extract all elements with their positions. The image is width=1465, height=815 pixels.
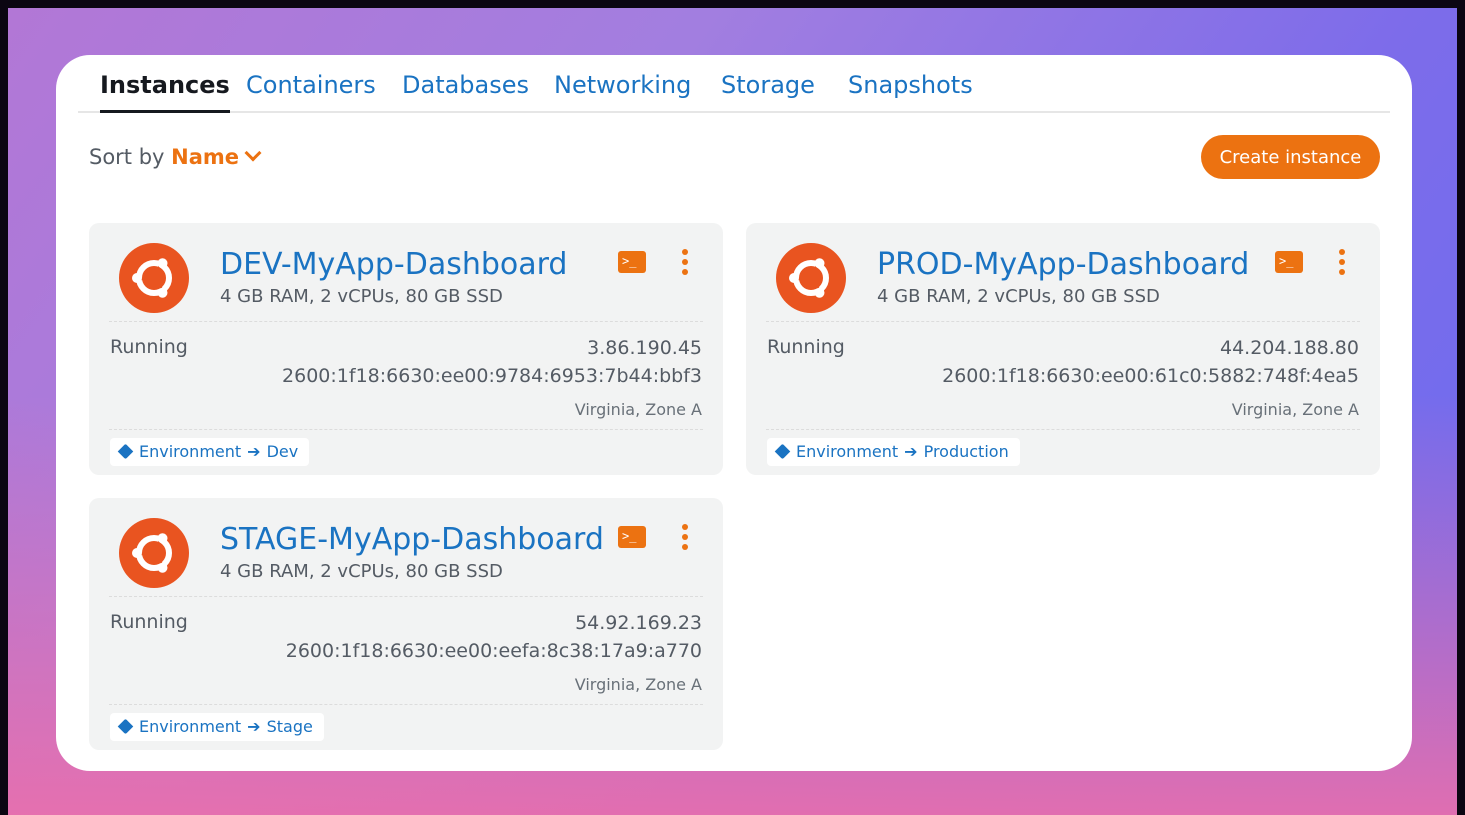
tag-key: Environment xyxy=(796,442,899,461)
sort-value[interactable]: Name xyxy=(171,145,239,169)
ubuntu-logo-icon xyxy=(119,518,189,588)
terminal-icon[interactable]: >_ xyxy=(618,251,646,273)
tag-icon xyxy=(774,443,791,460)
instance-spec: 4 GB RAM, 2 vCPUs, 80 GB SSD xyxy=(220,286,503,307)
instance-name-link[interactable]: PROD-MyApp-Dashboard xyxy=(877,247,1249,282)
tab-bar: Instances Containers Databases Networkin… xyxy=(78,55,1390,113)
chevron-down-icon[interactable] xyxy=(244,144,262,162)
tag-pill[interactable]: Environment ➔ Production xyxy=(767,438,1020,466)
tag-icon xyxy=(117,718,134,735)
arrow-right-icon: ➔ xyxy=(904,442,918,461)
public-ipv4: 54.92.169.23 xyxy=(575,612,702,634)
tab-containers[interactable]: Containers xyxy=(246,71,376,99)
status-text: Running xyxy=(110,611,188,633)
ubuntu-logo-icon xyxy=(119,243,189,313)
arrow-right-icon: ➔ xyxy=(247,442,261,461)
more-options-icon[interactable] xyxy=(1337,249,1347,275)
more-options-icon[interactable] xyxy=(680,524,690,550)
divider xyxy=(766,429,1360,430)
public-ipv4: 3.86.190.45 xyxy=(587,337,702,359)
public-ipv6: 2600:1f18:6630:ee00:61c0:5882:748f:4ea5 xyxy=(942,365,1359,387)
divider xyxy=(109,321,703,322)
tag-pill[interactable]: Environment ➔ Stage xyxy=(110,713,324,741)
tag-pill[interactable]: Environment ➔ Dev xyxy=(110,438,310,466)
divider xyxy=(109,429,703,430)
instance-spec: 4 GB RAM, 2 vCPUs, 80 GB SSD xyxy=(877,286,1160,307)
zone-text: Virginia, Zone A xyxy=(574,675,702,694)
status-text: Running xyxy=(110,336,188,358)
instance-card: DEV-MyApp-Dashboard 4 GB RAM, 2 vCPUs, 8… xyxy=(89,223,723,475)
sort-value-dropdown[interactable]: Name xyxy=(171,144,262,169)
arrow-right-icon: ➔ xyxy=(247,717,261,736)
tab-storage[interactable]: Storage xyxy=(721,71,815,99)
divider xyxy=(109,596,703,597)
instances-panel: Instances Containers Databases Networkin… xyxy=(56,55,1412,771)
tag-value: Dev xyxy=(266,442,299,461)
zone-text: Virginia, Zone A xyxy=(1231,400,1359,419)
public-ipv4: 44.204.188.80 xyxy=(1219,337,1359,359)
create-instance-button[interactable]: Create instance xyxy=(1201,135,1380,179)
zone-text: Virginia, Zone A xyxy=(574,400,702,419)
instance-name-link[interactable]: DEV-MyApp-Dashboard xyxy=(220,247,567,282)
public-ipv6: 2600:1f18:6630:ee00:9784:6953:7b44:bbf3 xyxy=(282,365,702,387)
divider xyxy=(766,321,1360,322)
sort-control: Sort by Name xyxy=(89,144,262,169)
tag-key: Environment xyxy=(139,717,242,736)
tab-networking[interactable]: Networking xyxy=(554,71,691,99)
divider xyxy=(109,704,703,705)
instance-card: STAGE-MyApp-Dashboard 4 GB RAM, 2 vCPUs,… xyxy=(89,498,723,750)
tab-snapshots[interactable]: Snapshots xyxy=(848,71,973,99)
instance-name-link[interactable]: STAGE-MyApp-Dashboard xyxy=(220,522,604,557)
tab-databases[interactable]: Databases xyxy=(402,71,529,99)
tag-key: Environment xyxy=(139,442,242,461)
terminal-icon[interactable]: >_ xyxy=(618,526,646,548)
tag-value: Stage xyxy=(266,717,313,736)
more-options-icon[interactable] xyxy=(680,249,690,275)
public-ipv6: 2600:1f18:6630:ee00:eefa:8c38:17a9:a770 xyxy=(285,640,702,662)
tab-instances[interactable]: Instances xyxy=(100,71,230,113)
sort-label: Sort by xyxy=(89,145,165,169)
status-text: Running xyxy=(767,336,845,358)
tag-icon xyxy=(117,443,134,460)
ubuntu-logo-icon xyxy=(776,243,846,313)
instance-spec: 4 GB RAM, 2 vCPUs, 80 GB SSD xyxy=(220,561,503,582)
tag-value: Production xyxy=(923,442,1009,461)
instance-card: PROD-MyApp-Dashboard 4 GB RAM, 2 vCPUs, … xyxy=(746,223,1380,475)
terminal-icon[interactable]: >_ xyxy=(1275,251,1303,273)
